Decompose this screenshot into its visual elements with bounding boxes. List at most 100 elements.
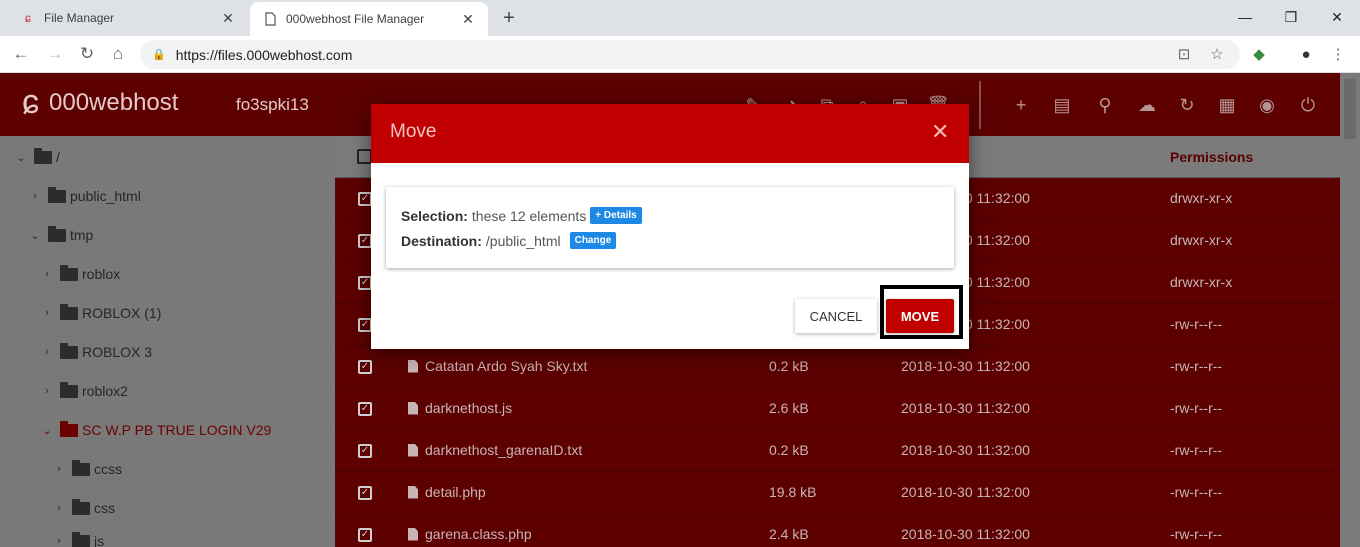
- new-file-icon[interactable]: +: [1009, 93, 1033, 117]
- refresh-icon[interactable]: ↻: [1175, 93, 1199, 117]
- table-row[interactable]: ✓ darknethost.js 2.6 kB 2018-10-30 11:32…: [335, 388, 1340, 430]
- tree-item-label: tmp: [70, 227, 94, 243]
- tree-item-label: /: [56, 149, 60, 165]
- selection-value: these 12 elements: [471, 207, 587, 224]
- folder-icon: [72, 531, 90, 547]
- folder-icon: [60, 264, 78, 281]
- table-row[interactable]: ✓ Catatan Ardo Syah Sky.txt 0.2 kB 2018-…: [335, 346, 1340, 388]
- tree-item-css[interactable]: › css: [52, 498, 115, 516]
- profile-avatar[interactable]: ●: [1296, 44, 1316, 64]
- table-row[interactable]: ✓ garena.class.php 2.4 kB 2018-10-30 11:…: [335, 514, 1340, 547]
- row-checkbox[interactable]: ✓: [358, 234, 372, 248]
- folder-icon: [48, 225, 66, 242]
- row-checkbox[interactable]: ✓: [358, 444, 372, 458]
- translate-icon[interactable]: ⊡: [1174, 44, 1194, 64]
- file-date: 2018-10-30 11:32:00: [901, 442, 1030, 458]
- upload-icon[interactable]: ☁: [1135, 93, 1159, 117]
- file-size: 0.2 kB: [769, 442, 809, 458]
- file-name[interactable]: darknethost_garenaID.txt: [408, 442, 582, 458]
- address-bar[interactable]: 🔒 https://files.000webhost.com: [140, 40, 1240, 69]
- close-icon[interactable]: ✕: [931, 121, 949, 143]
- chevron-right-icon[interactable]: ›: [52, 463, 66, 475]
- browser-tab-bar: ɕ File Manager ✕ 000webhost File Manager…: [0, 0, 1360, 36]
- power-icon[interactable]: ⏻: [1296, 93, 1320, 117]
- search-icon[interactable]: ⚲: [1093, 93, 1117, 117]
- reload-icon[interactable]: ↻: [76, 43, 98, 65]
- details-button[interactable]: + Details: [590, 207, 642, 224]
- tree-item-ccss[interactable]: › ccss: [52, 459, 122, 477]
- chevron-right-icon[interactable]: ›: [52, 502, 66, 514]
- globe-icon[interactable]: ◉: [1255, 93, 1279, 117]
- selection-label: Selection:: [401, 207, 468, 224]
- row-checkbox[interactable]: ✓: [358, 318, 372, 332]
- new-tab-button[interactable]: +: [498, 7, 520, 29]
- row-checkbox[interactable]: ✓: [358, 360, 372, 374]
- tree-item-js[interactable]: › js: [52, 531, 105, 547]
- site-id: fo3spki13: [236, 95, 309, 114]
- tree-item-roblox[interactable]: › roblox: [40, 264, 121, 282]
- forward-arrow-icon[interactable]: →: [44, 43, 66, 65]
- folder-open-icon: [60, 420, 78, 437]
- table-row[interactable]: ✓ darknethost_garenaID.txt 0.2 kB 2018-1…: [335, 430, 1340, 472]
- minimize-button[interactable]: —: [1233, 6, 1257, 28]
- close-icon[interactable]: ✕: [460, 11, 476, 27]
- home-icon[interactable]: ⌂: [107, 43, 129, 65]
- new-folder-icon[interactable]: ▤: [1050, 93, 1074, 117]
- header-divider: [979, 81, 981, 129]
- page-scrollbar[interactable]: [1340, 73, 1360, 547]
- tree-item-sc-wp-pb[interactable]: ⌄ SC W.P PB TRUE LOGIN V29: [40, 420, 271, 438]
- chevron-right-icon[interactable]: ›: [28, 190, 42, 202]
- file-name[interactable]: detail.php: [408, 484, 486, 500]
- file-name-label: darknethost.js: [425, 400, 513, 416]
- file-date: 2018-10-30 11:32:00: [901, 358, 1030, 374]
- tree-item-tmp[interactable]: ⌄ tmp: [28, 225, 94, 243]
- folder-icon: [60, 342, 78, 359]
- permissions-column-header[interactable]: Permissions: [1170, 149, 1253, 165]
- menu-kebab-icon[interactable]: ⋮: [1328, 44, 1348, 64]
- file-name-label: detail.php: [425, 484, 486, 500]
- chevron-down-icon[interactable]: ⌄: [40, 424, 54, 437]
- chevron-down-icon[interactable]: ⌄: [28, 229, 42, 242]
- chevron-right-icon[interactable]: ›: [40, 385, 54, 397]
- chevron-right-icon[interactable]: ›: [40, 307, 54, 319]
- file-name[interactable]: garena.class.php: [408, 526, 532, 542]
- chevron-right-icon[interactable]: ›: [40, 346, 54, 358]
- file-name[interactable]: Catatan Ardo Syah Sky.txt: [408, 358, 587, 374]
- star-icon[interactable]: ☆: [1207, 44, 1227, 64]
- row-checkbox[interactable]: ✓: [358, 276, 372, 290]
- tree-item-label: roblox: [82, 266, 121, 282]
- browser-tab-000webhost-file-manager[interactable]: 000webhost File Manager ✕: [250, 2, 488, 36]
- row-checkbox[interactable]: ✓: [358, 486, 372, 500]
- file-permissions: -rw-r--r--: [1170, 526, 1223, 542]
- tree-item-label: js: [94, 533, 105, 547]
- brand-name: 000webhost: [49, 88, 179, 116]
- tree-item-public-html[interactable]: › public_html: [28, 186, 141, 204]
- table-row[interactable]: ✓ detail.php 19.8 kB 2018-10-30 11:32:00…: [335, 472, 1340, 514]
- folder-icon: [34, 147, 52, 164]
- grid-icon[interactable]: ▦: [1215, 93, 1239, 117]
- lock-icon: 🔒: [152, 49, 166, 61]
- chevron-right-icon[interactable]: ›: [40, 268, 54, 280]
- row-checkbox[interactable]: ✓: [358, 402, 372, 416]
- close-window-button[interactable]: ✕: [1325, 6, 1349, 28]
- extension-icon[interactable]: ◆: [1249, 44, 1269, 64]
- move-button[interactable]: MOVE: [886, 299, 954, 333]
- maximize-button[interactable]: ❐: [1279, 6, 1303, 28]
- tree-item-roblox-1[interactable]: › ROBLOX (1): [40, 303, 161, 321]
- file-name[interactable]: darknethost.js: [408, 400, 512, 416]
- scrollbar-thumb[interactable]: [1344, 79, 1356, 139]
- chevron-down-icon[interactable]: ⌄: [14, 151, 28, 164]
- tree-item-roblox-3[interactable]: › ROBLOX 3: [40, 342, 152, 360]
- chevron-right-icon[interactable]: ›: [52, 535, 66, 547]
- browser-tab-file-manager[interactable]: ɕ File Manager ✕: [8, 0, 248, 36]
- tree-item-roblox2[interactable]: › roblox2: [40, 381, 128, 399]
- destination-line: Destination: /public_html Change: [401, 232, 617, 249]
- close-icon[interactable]: ✕: [220, 10, 236, 26]
- back-arrow-icon[interactable]: ←: [10, 43, 32, 65]
- change-destination-button[interactable]: Change: [569, 232, 617, 249]
- cancel-button[interactable]: CANCEL: [795, 299, 877, 333]
- row-checkbox[interactable]: ✓: [358, 192, 372, 206]
- row-checkbox[interactable]: ✓: [358, 528, 372, 542]
- select-all-checkbox[interactable]: [357, 149, 372, 164]
- tree-item-root[interactable]: ⌄ /: [14, 147, 60, 165]
